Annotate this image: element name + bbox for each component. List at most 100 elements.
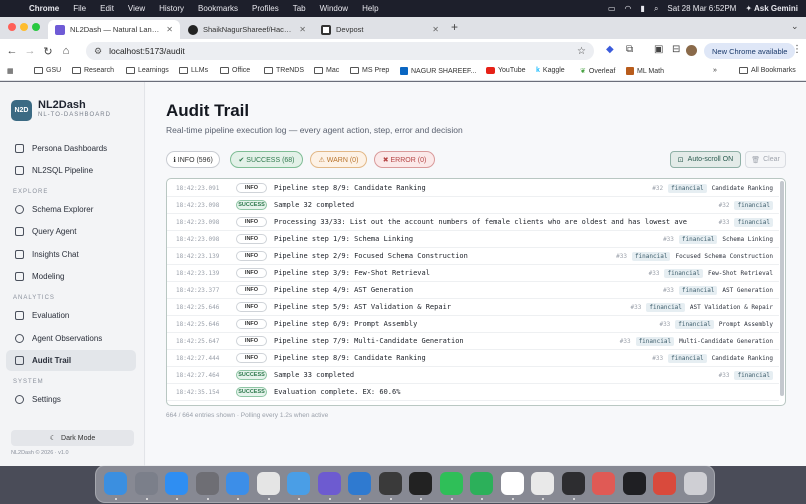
sidebar-item-insights-chat[interactable]: Insights Chat (6, 244, 136, 265)
new-chrome-available-button[interactable]: New Chrome available (704, 43, 796, 59)
menu-file[interactable]: File (66, 4, 93, 13)
downloads-icon[interactable]: ⊟ (672, 44, 680, 55)
tab-search-icon[interactable]: ⌄ (791, 21, 799, 32)
dashboard-icon (15, 144, 24, 153)
new-tab-icon[interactable]: + (451, 20, 458, 34)
menu-chrome[interactable]: Chrome (22, 4, 66, 13)
sidebar-item-nl2sql-pipeline[interactable]: NL2SQL Pipeline (6, 160, 136, 181)
dark-mode-button[interactable]: ☾ Dark Mode (11, 430, 134, 446)
dock-app-icon[interactable] (622, 472, 646, 495)
reload-icon[interactable]: ↻ (39, 45, 57, 58)
sidebar-item-query-agent[interactable]: Query Agent (6, 221, 136, 242)
extensions-puzzle-icon[interactable]: ⧉ (626, 44, 633, 55)
log-scrollbar[interactable] (780, 181, 784, 396)
dock-app-icon[interactable] (470, 472, 493, 495)
dock-app-icon[interactable] (165, 472, 188, 495)
bookmark-learnings[interactable]: Learnings (126, 67, 169, 74)
dock-app-icon[interactable] (104, 472, 127, 495)
audit-log-panel[interactable]: 18:42:23.091 INFO Pipeline step 8/9: Candi… (166, 178, 786, 406)
filter-warn-chip[interactable]: ⚠ WARN (0) (310, 151, 367, 168)
close-window-icon[interactable] (8, 23, 16, 31)
sidebar-item-schema-explorer[interactable]: Schema Explorer (6, 199, 136, 220)
spotlight-icon[interactable]: ⌕ (654, 4, 658, 14)
section-system: SYSTEM (13, 379, 44, 385)
tab-devpost[interactable]: Devpost ✕ (314, 20, 446, 39)
dock-app-icon[interactable] (409, 472, 432, 495)
dock-app-icon[interactable] (134, 472, 158, 495)
dock-app-icon[interactable] (500, 472, 524, 495)
profile-avatar[interactable] (686, 45, 697, 56)
bookmark-star-icon[interactable]: ☆ (577, 46, 586, 57)
menu-bookmarks[interactable]: Bookmarks (191, 4, 245, 13)
minimize-window-icon[interactable] (20, 23, 28, 31)
filter-error-chip[interactable]: ✖ ERROR (0) (374, 151, 435, 168)
bookmark-office[interactable]: Office (220, 67, 250, 74)
log-timestamp: 18:42:25.646 (176, 320, 220, 328)
menu-help[interactable]: Help (355, 4, 385, 13)
dock-app-icon[interactable] (378, 472, 402, 495)
bookmark-ml-math[interactable]: ML Math (626, 67, 664, 75)
dock-app-icon[interactable] (531, 472, 554, 495)
forward-icon[interactable]: → (21, 45, 39, 57)
dock-app-icon[interactable] (256, 472, 280, 495)
sidebar-item-modeling[interactable]: Modeling (6, 266, 136, 287)
filter-info-chip[interactable]: ℹ INFO (596) (166, 151, 220, 168)
dock-app-icon[interactable] (317, 472, 341, 495)
sidebar-item-evaluation[interactable]: Evaluation (6, 305, 136, 326)
dock-app-icon[interactable] (439, 472, 463, 495)
dock-app-icon[interactable] (561, 472, 585, 495)
auto-scroll-toggle[interactable]: ⊡ Auto-scroll ON (670, 151, 741, 168)
dock-app-icon[interactable] (592, 472, 615, 495)
filter-success-chip[interactable]: ✔ SUCCESS (68) (230, 151, 303, 168)
menu-window[interactable]: Window (313, 4, 355, 13)
dock-app-icon[interactable] (195, 472, 219, 495)
tab-close-icon[interactable]: ✕ (432, 25, 439, 34)
bookmark-research[interactable]: Research (72, 67, 114, 74)
bookmarks-overflow-icon[interactable]: » (713, 67, 717, 74)
dock-app-icon[interactable] (348, 472, 371, 495)
back-icon[interactable]: ← (3, 45, 21, 57)
tab-close-icon[interactable]: ✕ (299, 25, 306, 34)
tab-close-icon[interactable]: ✕ (166, 25, 173, 34)
bookmark-linkedin[interactable]: NAGUR SHAREEF... (400, 67, 476, 75)
sidebar-item-agent-observations[interactable]: Agent Observations (6, 328, 136, 349)
dock-app-icon[interactable] (683, 472, 707, 495)
address-bar[interactable]: ⚙ localhost:5173/audit ☆ (86, 42, 594, 60)
bookmark-llms[interactable]: LLMs (179, 67, 208, 74)
bookmark-gsu[interactable]: GSU (34, 67, 61, 74)
sidebar-item-audit-trail[interactable]: Audit Trail (6, 350, 136, 371)
url-text[interactable]: localhost:5173/audit (109, 46, 185, 56)
chrome-menu-icon[interactable]: ⋮ (792, 44, 802, 55)
dock-app-icon[interactable] (287, 472, 310, 495)
sidebar-item-persona-dashboards[interactable]: Persona Dashboards (6, 138, 136, 159)
clear-button[interactable]: 🗑 Clear (745, 151, 786, 168)
site-info-icon[interactable]: ⚙ (94, 46, 102, 57)
bookmark-overleaf[interactable]: ❦ Overleaf (580, 67, 615, 76)
bookmark-youtube[interactable]: YouTube (486, 67, 526, 74)
wifi-icon[interactable]: ◠ (625, 4, 632, 13)
dock-app-icon[interactable] (653, 472, 676, 495)
bookmark-ms-prep[interactable]: MS Prep (350, 67, 389, 74)
tab-nl2dash[interactable]: NL2Dash — Natural Language ✕ (48, 20, 180, 39)
menu-edit[interactable]: Edit (93, 4, 121, 13)
sidebar-item-settings[interactable]: Settings (6, 389, 136, 410)
zoom-window-icon[interactable] (32, 23, 40, 31)
home-icon[interactable]: ⌂ (57, 45, 75, 57)
menu-tab[interactable]: Tab (286, 4, 313, 13)
bookmark-mac[interactable]: Mac (314, 67, 339, 74)
screen-share-icon[interactable]: ▭ (608, 4, 616, 13)
menu-view[interactable]: View (121, 4, 152, 13)
menu-history[interactable]: History (152, 4, 191, 13)
all-bookmarks[interactable]: All Bookmarks (739, 67, 796, 74)
dock-app-icon[interactable] (226, 472, 249, 495)
menu-profiles[interactable]: Profiles (245, 4, 286, 13)
clock-datetime[interactable]: Sat 28 Mar 6:52PM (667, 4, 736, 13)
tab-github[interactable]: ShaikNagurShareef/Hacklanta ✕ (181, 20, 313, 39)
apps-grid-icon[interactable]: ▦ (7, 67, 14, 75)
bookmark-trends[interactable]: TReNDS (264, 67, 304, 74)
cast-icon[interactable]: ▣ (654, 44, 663, 55)
battery-icon[interactable]: ▮ (641, 4, 645, 13)
ask-gemini-button[interactable]: ✦ Ask Gemini (745, 4, 798, 13)
extension-icon[interactable]: ◆ (606, 44, 614, 55)
bookmark-kaggle[interactable]: k Kaggle (536, 67, 565, 74)
